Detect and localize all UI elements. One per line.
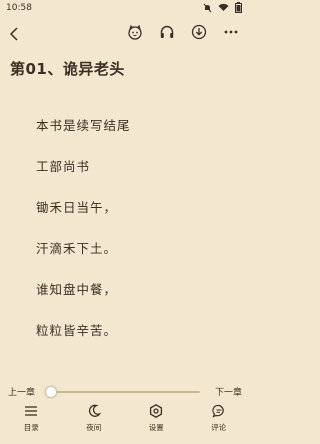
- nav-label: 设置: [148, 423, 164, 432]
- gear-icon: [150, 404, 163, 418]
- nav-item-night-mode[interactable]: 夜间: [69, 404, 119, 444]
- back-button[interactable]: [6, 25, 24, 43]
- progress-slider-thumb[interactable]: [45, 386, 57, 398]
- prev-chapter-button[interactable]: 上一章: [8, 385, 35, 398]
- nav-item-comments[interactable]: 评论: [194, 404, 244, 444]
- status-icons: [203, 2, 242, 13]
- mascot-face-icon: [128, 24, 142, 40]
- wifi-icon: [218, 3, 229, 12]
- toolbar-actions: [126, 23, 240, 41]
- menu-list-icon: [25, 406, 38, 416]
- status-time: 10:58: [6, 3, 32, 13]
- more-dots-icon: [224, 30, 238, 34]
- status-bar: 10:58: [0, 0, 250, 16]
- content-line: 谁知盘中餐，: [36, 282, 118, 297]
- battery-icon: [235, 2, 242, 13]
- nav-item-settings[interactable]: 设置: [131, 404, 181, 444]
- reader-toolbar: [0, 20, 250, 50]
- mute-bell-icon: [203, 3, 212, 13]
- moon-icon: [88, 404, 101, 417]
- content-line: 本书是续写结尾: [36, 118, 131, 133]
- chevron-left-icon: [9, 27, 18, 41]
- next-chapter-button[interactable]: 下一章: [215, 385, 242, 398]
- nav-label: 评论: [211, 423, 227, 432]
- comment-icon: [212, 404, 224, 418]
- content-line: 粒粒皆辛苦。: [36, 323, 118, 338]
- nav-item-catalog[interactable]: 目录: [6, 404, 56, 444]
- mascot-button[interactable]: [126, 23, 144, 41]
- content-line: 工部尚书: [36, 159, 91, 174]
- chapter-progress: 上一章 下一章: [0, 374, 250, 398]
- chapter-title: 第01、诡异老头: [10, 60, 125, 78]
- progress-track[interactable]: [50, 391, 200, 393]
- nav-label: 目录: [23, 423, 39, 432]
- chapter-content: 本书是续写结尾 工部尚书 锄禾日当午， 汗滴禾下土。 谁知盘中餐， 粒粒皆辛苦。: [36, 114, 226, 360]
- download-button[interactable]: [190, 23, 208, 41]
- content-line: 汗滴禾下土。: [36, 241, 118, 256]
- more-button[interactable]: [222, 23, 240, 41]
- download-icon: [191, 24, 207, 40]
- bottom-nav: 目录 夜间 设置 评论: [0, 404, 250, 444]
- content-line: 锄禾日当午，: [36, 200, 118, 215]
- headphones-icon: [160, 25, 174, 38]
- listen-button[interactable]: [158, 23, 176, 41]
- nav-label: 夜间: [86, 423, 102, 432]
